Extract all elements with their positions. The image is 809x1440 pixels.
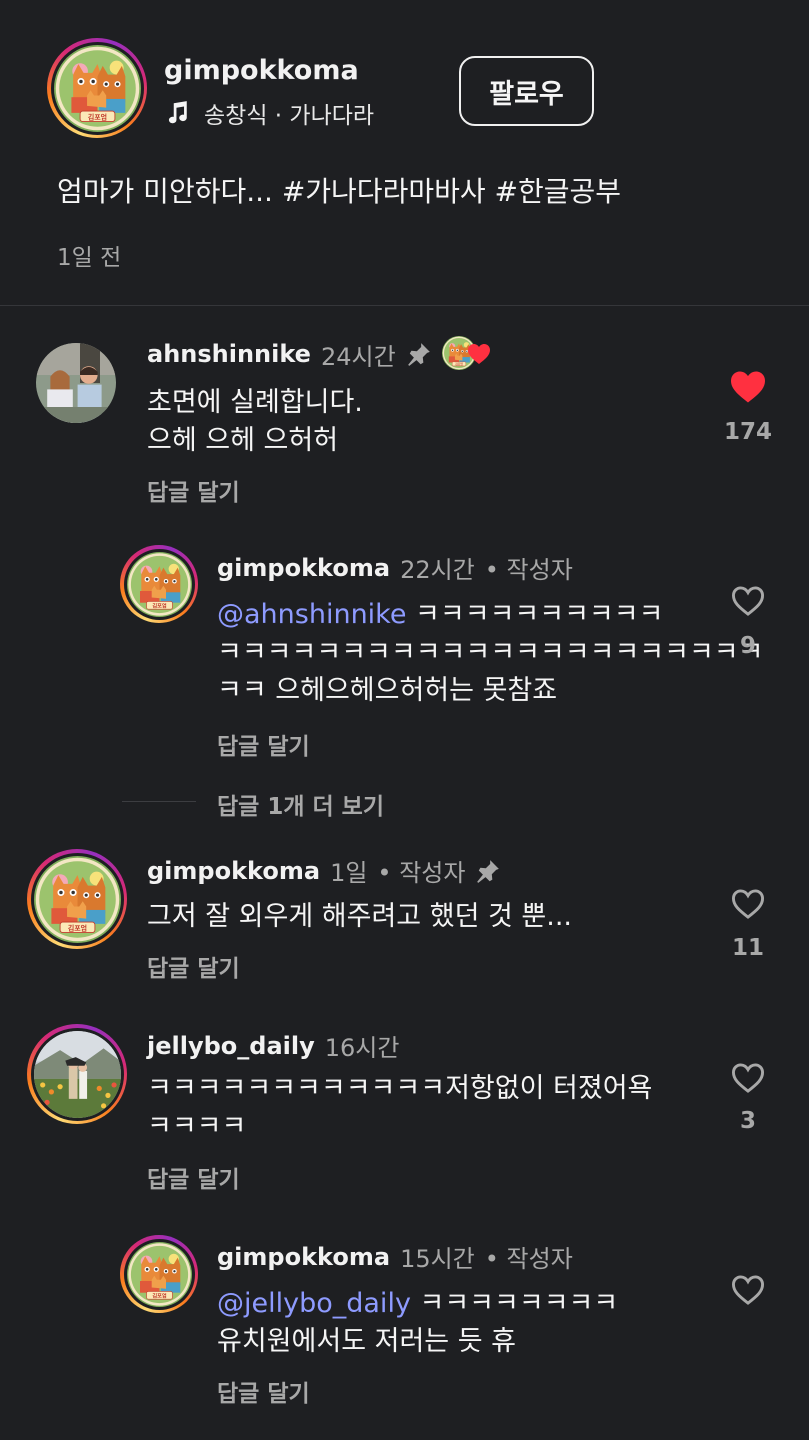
comment-avatar[interactable] [120,545,198,623]
like-count: 9 [739,633,756,659]
post-author-username[interactable]: gimpokkoma [164,55,359,86]
comment-time: 1일 [330,859,368,887]
reply-button[interactable]: 답글 달기 [147,473,240,507]
comment-username[interactable]: gimpokkoma [217,554,390,582]
post-author-avatar[interactable] [47,38,147,138]
comment-time: 22시간 [400,556,475,584]
reply-button[interactable]: 답글 달기 [217,1374,310,1408]
heart-outline-icon[interactable] [730,1274,766,1306]
comment-text-line: 으헤 으헤 으허허 [147,425,339,456]
avatar [54,45,141,132]
comment-avatar[interactable] [36,343,116,423]
author-tag: • 작성자 [484,556,573,584]
view-more-replies-button[interactable]: 답글 1개 더 보기 [217,787,384,821]
heart-outline-icon[interactable] [730,1062,766,1094]
comment-text-line: ㅋㅋㅋㅋㅋㅋㅋㅋㅋㅋㅋㅋ저항없이 터졌어욕 [147,1073,653,1104]
thread-line [122,801,196,802]
divider [0,305,809,306]
heart-icon [467,344,490,364]
comment-header: gimpokkoma 22시간 • 작성자 [217,550,573,585]
music-note-icon [168,101,187,124]
heart-outline-icon[interactable] [730,585,766,617]
comment-time: 16시간 [324,1034,400,1062]
reply-button[interactable]: 답글 달기 [147,1160,240,1194]
comment-text-line: 그저 잘 외우게 해주려고 했던 것 뿐... [147,901,573,932]
reply-button[interactable]: 답글 달기 [217,727,310,761]
heart-icon[interactable] [729,370,767,404]
comment-time: 24시간 [320,342,396,371]
comment-header: gimpokkoma 15시간 • 작성자 [217,1239,573,1274]
mention-link[interactable]: @jellybo_daily [217,1288,411,1319]
avatar [127,552,192,617]
comment-time: 15시간 [400,1245,475,1273]
comment-text-line: @jellybo_daily ㅋㅋㅋㅋㅋㅋㅋㅋ [217,1288,619,1319]
comment-username[interactable]: jellybo_daily [147,1032,315,1060]
avatar [127,1242,192,1307]
mention-link[interactable]: @ahnshinnike [217,599,406,630]
creator-liked-badge [442,336,492,372]
comment-username[interactable]: gimpokkoma [147,857,320,885]
follow-button[interactable]: 팔로우 [459,56,594,126]
comment-avatar[interactable] [27,1024,127,1124]
comment-header: jellybo_daily 16시간 [147,1028,399,1063]
post-timestamp: 1일 전 [57,245,122,271]
author-tag: • 작성자 [377,859,466,887]
post-caption: 엄마가 미안하다... #가나다라마바사 #한글공부 [57,175,622,208]
comment-header: gimpokkoma 1일 • 작성자 [147,853,501,888]
comment-text-line: ㅋㅋㅋㅋ [147,1111,247,1142]
like-count: 174 [723,419,772,445]
like-count: 11 [731,935,764,961]
avatar [34,856,121,943]
avatar [34,1031,121,1118]
comment-text-line: @ahnshinnike ㅋㅋㅋㅋㅋㅋㅋㅋㅋㅋ [217,599,664,630]
comment-text-line: 초면에 실례합니다. [147,387,363,418]
pin-icon [407,343,430,366]
comment-avatar[interactable] [120,1235,198,1313]
comment-text-line: 유치원에서도 저러는 듯 휴 [217,1326,516,1357]
music-label: 송창식 · 가나다라 [204,103,375,129]
comment-username[interactable]: ahnshinnike [147,340,311,368]
author-tag: • 작성자 [484,1245,573,1273]
like-count: 3 [739,1108,756,1134]
pin-icon [477,859,500,883]
comment-avatar[interactable] [27,849,127,949]
heart-outline-icon[interactable] [730,888,766,920]
comment-text-line: ㅋㅋ 으헤으헤으허허는 못참죠 [217,675,558,706]
comment-text-line: ㅋㅋㅋㅋㅋㅋㅋㅋㅋㅋㅋㅋㅋㅋㅋㅋㅋㅋㅋㅋㅋㅋ [217,637,764,668]
music-row[interactable]: 송창식 · 가나다라 [164,96,374,130]
reply-button[interactable]: 답글 달기 [147,949,240,983]
comment-header: ahnshinnike 24시간 [147,336,492,372]
comment-username[interactable]: gimpokkoma [217,1243,390,1271]
